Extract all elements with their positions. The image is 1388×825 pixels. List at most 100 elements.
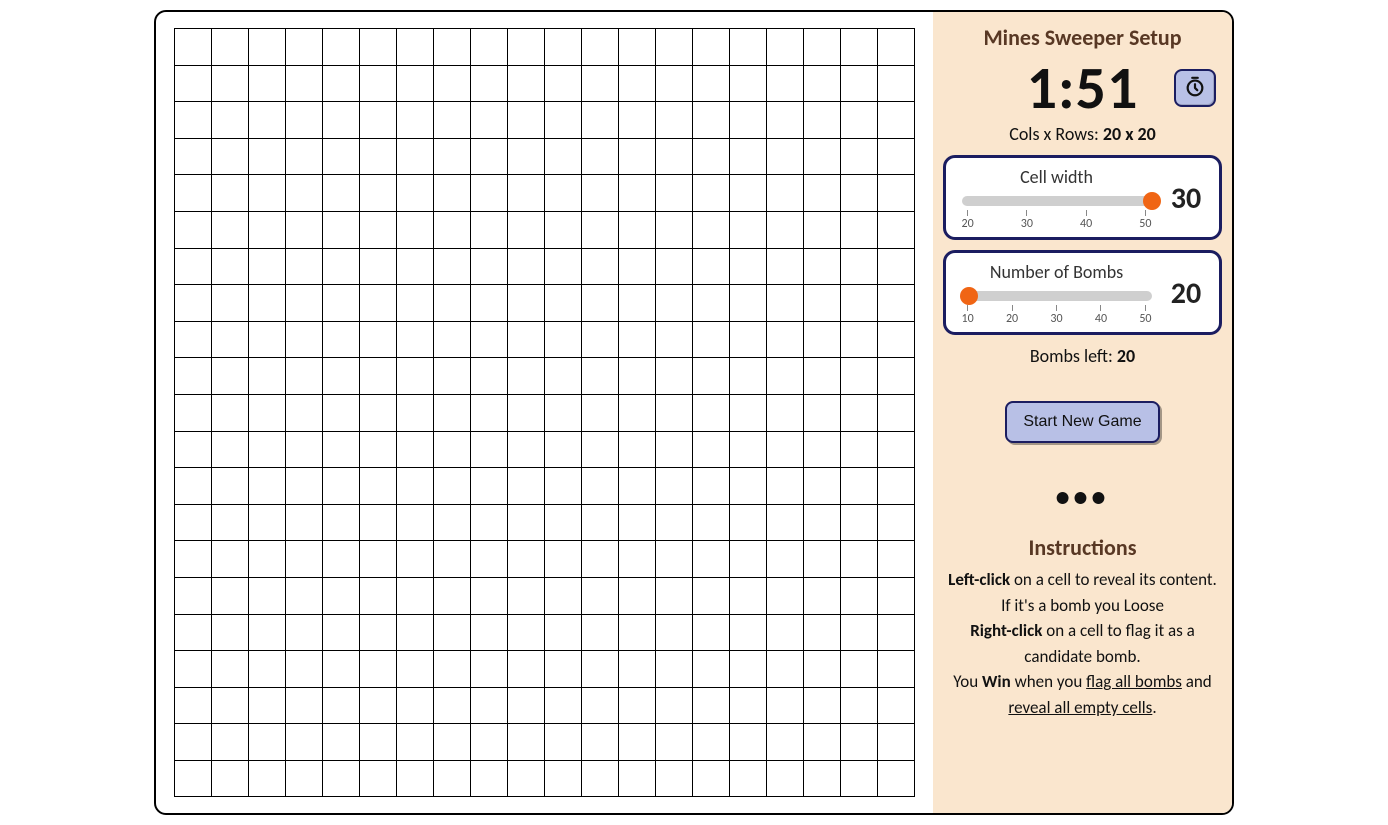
board-cell[interactable] xyxy=(175,66,211,102)
board-cell[interactable] xyxy=(249,66,285,102)
board-cell[interactable] xyxy=(323,541,359,577)
board-cell[interactable] xyxy=(360,175,396,211)
board-cell[interactable] xyxy=(545,358,581,394)
board-cell[interactable] xyxy=(656,724,692,760)
board-cell[interactable] xyxy=(249,651,285,687)
board-cell[interactable] xyxy=(286,212,322,248)
board-cell[interactable] xyxy=(693,615,729,651)
board-cell[interactable] xyxy=(804,322,840,358)
board-cell[interactable] xyxy=(249,175,285,211)
board-cell[interactable] xyxy=(175,578,211,614)
board-cell[interactable] xyxy=(397,578,433,614)
board-cell[interactable] xyxy=(175,249,211,285)
board-cell[interactable] xyxy=(693,102,729,138)
board-cell[interactable] xyxy=(767,212,803,248)
board-cell[interactable] xyxy=(841,175,877,211)
board-cell[interactable] xyxy=(730,432,766,468)
board-cell[interactable] xyxy=(286,29,322,65)
board-cell[interactable] xyxy=(804,212,840,248)
board-cell[interactable] xyxy=(249,395,285,431)
board-cell[interactable] xyxy=(767,432,803,468)
board-cell[interactable] xyxy=(249,29,285,65)
board-cell[interactable] xyxy=(249,688,285,724)
board-cell[interactable] xyxy=(767,724,803,760)
board-cell[interactable] xyxy=(397,175,433,211)
board-cell[interactable] xyxy=(804,432,840,468)
board-cell[interactable] xyxy=(730,578,766,614)
board-cell[interactable] xyxy=(434,505,470,541)
board-cell[interactable] xyxy=(212,724,248,760)
board-cell[interactable] xyxy=(212,139,248,175)
board-cell[interactable] xyxy=(434,541,470,577)
board-cell[interactable] xyxy=(582,249,618,285)
board-cell[interactable] xyxy=(471,358,507,394)
board-cell[interactable] xyxy=(730,468,766,504)
board-cell[interactable] xyxy=(434,432,470,468)
board-cell[interactable] xyxy=(619,468,655,504)
board-cell[interactable] xyxy=(841,724,877,760)
board-cell[interactable] xyxy=(767,102,803,138)
board-cell[interactable] xyxy=(508,724,544,760)
board-cell[interactable] xyxy=(212,432,248,468)
board-cell[interactable] xyxy=(434,102,470,138)
board-cell[interactable] xyxy=(730,541,766,577)
board-cell[interactable] xyxy=(397,688,433,724)
board-cell[interactable] xyxy=(656,578,692,614)
board-cell[interactable] xyxy=(878,578,914,614)
cell-width-thumb[interactable] xyxy=(1143,192,1161,210)
board-cell[interactable] xyxy=(656,468,692,504)
board-cell[interactable] xyxy=(582,541,618,577)
board-cell[interactable] xyxy=(619,322,655,358)
board-cell[interactable] xyxy=(508,29,544,65)
board-cell[interactable] xyxy=(656,285,692,321)
board-cell[interactable] xyxy=(434,175,470,211)
board-cell[interactable] xyxy=(545,395,581,431)
board-cell[interactable] xyxy=(767,468,803,504)
board-cell[interactable] xyxy=(323,724,359,760)
board-cell[interactable] xyxy=(323,249,359,285)
board-cell[interactable] xyxy=(767,139,803,175)
board-cell[interactable] xyxy=(397,66,433,102)
board-cell[interactable] xyxy=(841,615,877,651)
board-cell[interactable] xyxy=(878,688,914,724)
board-cell[interactable] xyxy=(878,249,914,285)
board-cell[interactable] xyxy=(582,29,618,65)
board-cell[interactable] xyxy=(767,358,803,394)
board-cell[interactable] xyxy=(804,139,840,175)
board-cell[interactable] xyxy=(730,102,766,138)
board-cell[interactable] xyxy=(434,578,470,614)
board-cell[interactable] xyxy=(249,578,285,614)
board-cell[interactable] xyxy=(249,468,285,504)
board-cell[interactable] xyxy=(434,66,470,102)
board-cell[interactable] xyxy=(508,66,544,102)
board-cell[interactable] xyxy=(360,541,396,577)
board-cell[interactable] xyxy=(730,249,766,285)
board-cell[interactable] xyxy=(767,541,803,577)
board-cell[interactable] xyxy=(323,651,359,687)
board-cell[interactable] xyxy=(582,175,618,211)
board-cell[interactable] xyxy=(545,285,581,321)
board-cell[interactable] xyxy=(471,505,507,541)
board-cell[interactable] xyxy=(323,505,359,541)
board-cell[interactable] xyxy=(582,724,618,760)
board-cell[interactable] xyxy=(323,468,359,504)
board-cell[interactable] xyxy=(656,761,692,797)
board-cell[interactable] xyxy=(656,432,692,468)
board-cell[interactable] xyxy=(323,432,359,468)
board-cell[interactable] xyxy=(249,505,285,541)
board-cell[interactable] xyxy=(323,102,359,138)
board-cell[interactable] xyxy=(175,102,211,138)
board-cell[interactable] xyxy=(175,212,211,248)
board-cell[interactable] xyxy=(545,505,581,541)
board-cell[interactable] xyxy=(841,102,877,138)
board-cell[interactable] xyxy=(508,761,544,797)
board-cell[interactable] xyxy=(693,761,729,797)
board-cell[interactable] xyxy=(693,505,729,541)
board-cell[interactable] xyxy=(508,175,544,211)
board-cell[interactable] xyxy=(730,175,766,211)
board-cell[interactable] xyxy=(841,761,877,797)
board-cell[interactable] xyxy=(878,175,914,211)
board-cell[interactable] xyxy=(360,139,396,175)
board-cell[interactable] xyxy=(508,358,544,394)
board-cell[interactable] xyxy=(508,322,544,358)
